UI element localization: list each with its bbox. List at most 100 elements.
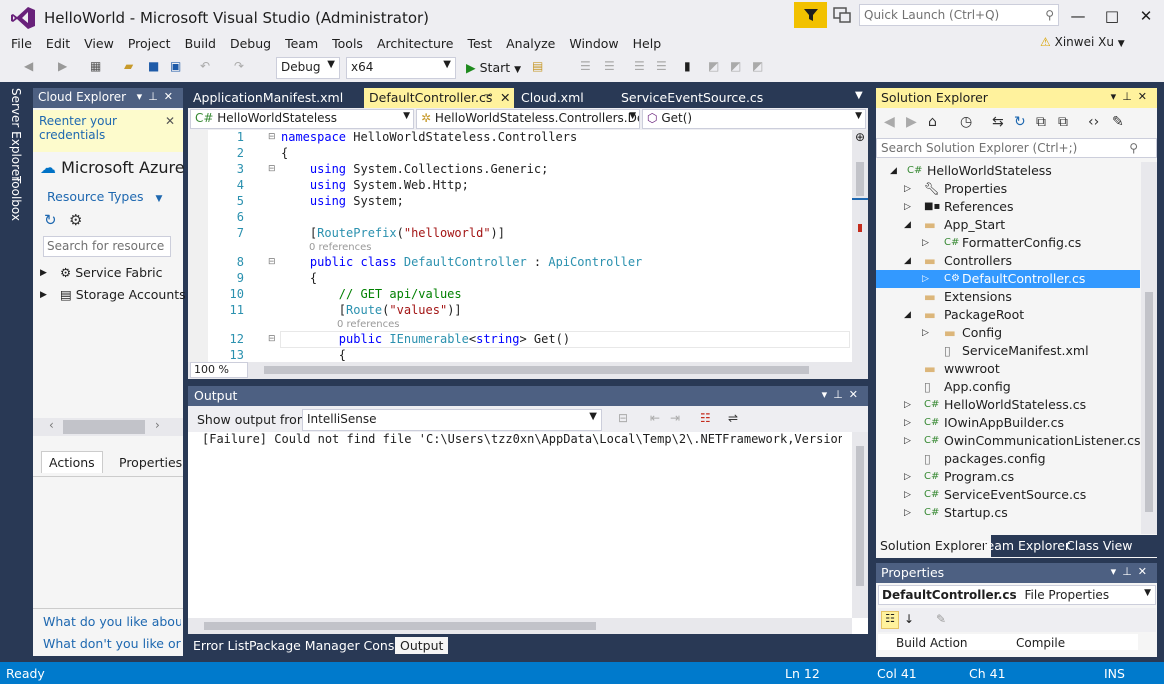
collapse-icon[interactable]: ⊟ [268, 257, 276, 267]
tree-node-file[interactable]: ▷ C# ServiceEventSource.cs [876, 486, 1140, 504]
menu-project[interactable]: Project [121, 35, 178, 53]
tree-node-file[interactable]: ▷ C# Startup.cs [876, 504, 1140, 522]
undo-icon[interactable]: ↶ [200, 59, 210, 77]
prev-message-icon[interactable]: ⇤ [650, 411, 660, 425]
tree-node-file[interactable]: ▷ C# HelloWorldStateless.cs [876, 396, 1140, 414]
new-project-icon[interactable]: ▦ [90, 59, 101, 77]
tree-item-storage-accounts[interactable]: ▶ ▤ Storage Accounts [40, 287, 186, 302]
open-file-icon[interactable]: ▰ [124, 59, 133, 77]
tree-node-folder[interactable]: ◢ ▬ PackageRoot [876, 306, 1140, 324]
feedback-icon[interactable] [832, 6, 852, 24]
close-button[interactable]: ✕ [1132, 6, 1160, 26]
tree-node-file[interactable]: ▯ ServiceManifest.xml [876, 342, 1140, 360]
menu-architecture[interactable]: Architecture [370, 35, 461, 53]
tree-node-folder[interactable]: ▬ wwwroot [876, 360, 1140, 378]
tree-node-file[interactable]: ▷ C# Program.cs [876, 468, 1140, 486]
sync-icon[interactable]: ⇆ [992, 114, 1004, 130]
menu-edit[interactable]: Edit [39, 35, 77, 53]
maximize-button[interactable]: □ [1098, 6, 1126, 26]
tree-item-service-fabric[interactable]: ▶ ⚙ Service Fabric [40, 265, 163, 280]
word-wrap-icon[interactable]: ⇌ [728, 411, 738, 425]
forward-icon[interactable]: ▶ [58, 59, 67, 77]
tab-overflow-icon[interactable]: ▼ [850, 88, 868, 108]
menu-tools[interactable]: Tools [325, 35, 370, 53]
expand-arrow-icon[interactable]: ▶ [40, 290, 47, 300]
tab-default-controller[interactable]: DefaultController.cs ⊸ ✕ [364, 88, 514, 108]
output-text-area[interactable]: [Failure] Could not find file 'C:\Users\… [188, 432, 868, 634]
close-tab-icon[interactable]: ✕ [500, 90, 510, 105]
quick-launch-input[interactable]: Quick Launch (Ctrl+Q) ⚲ [859, 4, 1059, 26]
resource-search-input[interactable]: Search for resource [43, 236, 171, 257]
tab-cloud-xml[interactable]: Cloud.xml [516, 88, 589, 108]
tree-node-folder[interactable]: ◢ ▬ App_Start [876, 216, 1140, 234]
tab-actions[interactable]: Actions [41, 451, 103, 473]
clear-bookmark-icon[interactable]: ◩ [752, 59, 763, 77]
save-icon[interactable]: ■ [148, 59, 159, 77]
tree-node-file[interactable]: ▯ App.config [876, 378, 1140, 396]
panel-controls[interactable]: ▾⊥✕ [822, 388, 864, 401]
tab-application-manifest[interactable]: ApplicationManifest.xml [188, 88, 348, 108]
outdent-icon[interactable]: ☰ [604, 59, 615, 77]
alphabetical-icon[interactable]: ↓ [904, 612, 914, 626]
settings-gear-icon[interactable]: ⚙ [69, 211, 82, 229]
menu-test[interactable]: Test [460, 35, 499, 53]
back-icon[interactable]: ◀ [884, 114, 895, 130]
tree-node-folder[interactable]: ▷ ▬ Config [876, 324, 1140, 342]
collapse-all-icon[interactable]: ⧉ [1036, 114, 1046, 130]
comment-icon[interactable]: ☰ [634, 59, 645, 77]
uncomment-icon[interactable]: ☰ [656, 59, 667, 77]
notification-filter-icon[interactable] [794, 2, 827, 28]
refresh-icon[interactable]: ↻ [44, 211, 57, 229]
like-feedback-link[interactable]: What do you like about... [43, 614, 181, 629]
panel-controls[interactable]: ▾⊥✕ [1111, 90, 1153, 103]
collapse-icon[interactable]: ⊟ [268, 164, 276, 174]
collapse-icon[interactable]: ⊟ [268, 334, 276, 344]
solution-vscrollbar[interactable] [1141, 162, 1157, 534]
member-nav-select[interactable]: ⬡ Get() ▼ [642, 109, 866, 129]
tree-node-properties[interactable]: ▷ 🔧︎ Properties [876, 180, 1140, 198]
tree-node-folder[interactable]: ▬ Extensions [876, 288, 1140, 306]
resource-types-dropdown[interactable]: Resource Types ▼ [47, 189, 162, 204]
prev-bookmark-icon[interactable]: ◩ [708, 59, 719, 77]
menu-analyze[interactable]: Analyze [499, 35, 562, 53]
tab-team-explorer[interactable]: Team Explorer [977, 538, 1074, 553]
platform-select[interactable]: x64 ▼ [346, 57, 456, 79]
home-icon[interactable]: ⌂ [928, 114, 937, 130]
collapse-icon[interactable]: ⊟ [268, 132, 276, 142]
reenter-credentials-banner[interactable]: Reenter your credentials ✕ [33, 110, 183, 152]
output-source-select[interactable]: IntelliSense ▼ [302, 409, 602, 431]
forward-icon[interactable]: ▶ [906, 114, 917, 130]
menu-window[interactable]: Window [562, 35, 625, 53]
pin-icon[interactable]: ⊸ [484, 90, 492, 101]
tab-service-event-source[interactable]: ServiceEventSource.cs [616, 88, 768, 108]
save-all-icon[interactable]: ▣ [170, 59, 181, 77]
next-bookmark-icon[interactable]: ◩ [730, 59, 741, 77]
code-lens-references[interactable]: 0 references [337, 319, 400, 330]
attach-icon[interactable]: ▤ [532, 59, 543, 77]
property-pages-wrench-icon[interactable]: ✎ [936, 612, 946, 626]
code-editor[interactable]: 1 2 3 4 5 6 7 8 9 10 11 12 13 ⊟ ⊟ ⊟ ⊟ na… [188, 130, 868, 362]
menu-file[interactable]: File [4, 35, 39, 53]
scroll-left-icon[interactable]: ‹ [49, 418, 54, 432]
tab-properties[interactable]: Properties [119, 455, 182, 470]
minimize-button[interactable]: — [1064, 6, 1092, 26]
scroll-thumb[interactable] [1145, 292, 1153, 512]
properties-object-select[interactable]: DefaultController.cs File Properties ▼ [878, 585, 1156, 605]
property-row[interactable]: Build Action Compile [878, 634, 1138, 650]
code-lens-references[interactable]: 0 references [309, 242, 372, 253]
scroll-thumb[interactable] [63, 420, 145, 434]
pending-changes-icon[interactable]: ◷ [960, 114, 972, 130]
scroll-right-icon[interactable]: › [155, 418, 160, 432]
tab-package-manager-console[interactable]: Package Manager Console [244, 637, 418, 654]
configuration-select[interactable]: Debug ▼ [276, 57, 340, 79]
project-nav-select[interactable]: C# HelloWorldStateless ▼ [190, 109, 414, 129]
user-account[interactable]: ⚠ Xinwei Xu ▼ [1040, 35, 1125, 49]
tab-output[interactable]: Output [395, 637, 449, 654]
tree-node-file[interactable]: ▷ C# FormatterConfig.cs [876, 234, 1140, 252]
tree-node-file[interactable]: ▷ C# OwinCommunicationListener.cs [876, 432, 1140, 450]
menu-view[interactable]: View [77, 35, 121, 53]
tree-node-folder[interactable]: ◢ ▬ Controllers [876, 252, 1140, 270]
redo-icon[interactable]: ↷ [234, 59, 244, 77]
tree-node-references[interactable]: ▷ ■▪ References [876, 198, 1140, 216]
solution-search-input[interactable]: Search Solution Explorer (Ctrl+;) ⚲ [876, 138, 1157, 158]
